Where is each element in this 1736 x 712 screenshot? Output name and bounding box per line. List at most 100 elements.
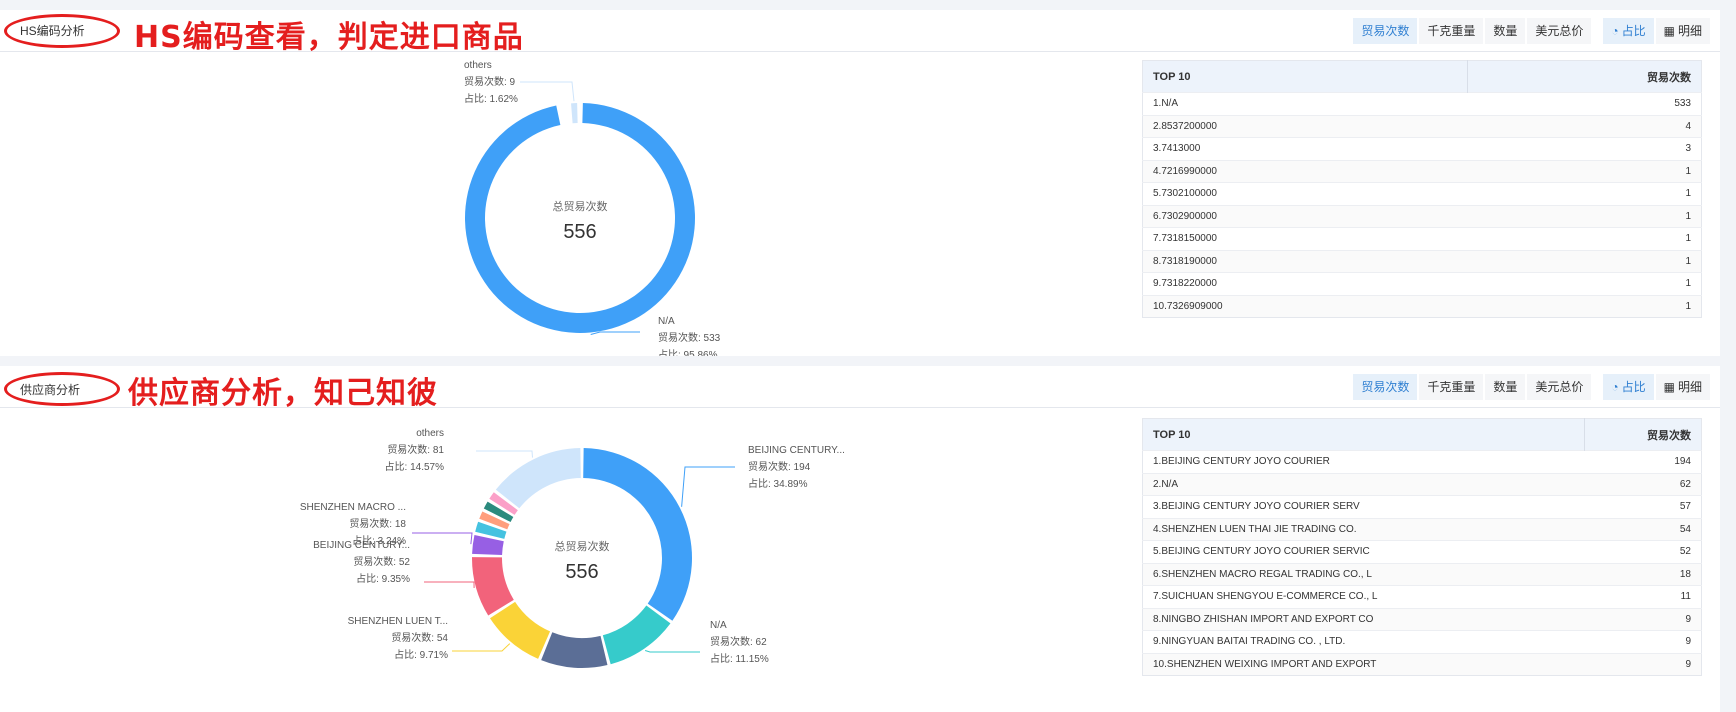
table-row: 6.7302900000 1 [1142,204,1702,228]
slice-label-percent: 占比: 9.71% [394,648,448,661]
label-leader-line [681,466,735,507]
hs-row-name: 4.7216990000 [1142,159,1468,183]
slice-label-name: others [464,60,492,71]
slice-label-percent: 占比: 11.15% [710,652,769,665]
supplier-table-header-count: 贸易次数 [1584,418,1702,451]
hs-row-name: 6.7302900000 [1142,204,1468,228]
label-leader-line [412,532,473,545]
supplier-row-count: 54 [1584,517,1702,541]
supplier-table-header-rank: TOP 10 [1142,418,1585,451]
supplier-row-name: 6.SHENZHEN MACRO REGAL TRADING CO., L [1142,562,1585,586]
slice-label-name: SHENZHEN MACRO ... [300,502,406,513]
slice-label-count: 贸易次数: 194 [748,460,811,473]
hs-view-ratio-button[interactable]: ◔ 占比 [1603,18,1654,44]
table-row: 3.7413000 3 [1142,137,1702,160]
slice-label-count: 贸易次数: 9 [464,75,516,88]
supplier-metric-quantity[interactable]: 数量 [1485,374,1526,400]
supplier-view-ratio-button[interactable]: ◔ 占比 [1603,374,1654,400]
supplier-row-name: 9.NINGYUAN BAITAI TRADING CO. , LTD. [1142,630,1585,653]
donut-chart-icon: ◔ [1611,380,1619,394]
table-row: 8.7318190000 1 [1142,249,1702,273]
donut-chart-icon: ◔ [1611,24,1619,38]
supplier-top10-table: TOP 10 贸易次数 1.BEIJING CENTURY JOYO COURI… [1142,418,1702,676]
slice-label-count: 贸易次数: 62 [710,635,767,648]
supplier-row-name: 10.SHENZHEN WEIXING IMPORT AND EXPORT [1142,652,1585,676]
table-icon: ▦ [1663,24,1675,38]
hs-row-name: 1.N/A [1142,92,1468,115]
hs-row-count: 4 [1467,114,1702,138]
hs-row-name: 2.8537200000 [1142,114,1468,138]
hs-metric-usd-total[interactable]: 美元总价 [1527,18,1592,44]
hs-metric-weight-kg[interactable]: 千克重量 [1419,18,1484,44]
supplier-row-name: 5.BEIJING CENTURY JOYO COURIER SERVIC [1142,540,1585,563]
table-row: 5.BEIJING CENTURY JOYO COURIER SERVIC 52 [1142,540,1702,563]
label-leader-line [644,650,700,653]
slice-label-count: 贸易次数: 18 [349,517,406,530]
hs-panel-title: HS编码分析 [20,24,85,38]
hs-view-detail-button[interactable]: ▦ 明细 [1655,18,1710,44]
pie-slice[interactable] [541,632,608,668]
supplier-row-count: 52 [1584,540,1702,563]
supplier-row-count: 11 [1584,585,1702,608]
pie-slice[interactable] [602,605,671,665]
supplier-row-count: 18 [1584,562,1702,586]
slice-label-percent: 占比: 95.86% [658,348,718,356]
supplier-toolbar: 贸易次数 千克重量 数量 美元总价 ◔ 占比 ▦ 明细 [1351,374,1710,400]
label-leader-line [424,581,475,589]
hs-row-count: 1 [1467,159,1702,183]
slice-label-count: 贸易次数: 52 [353,555,410,568]
hs-view-detail-label: 明细 [1677,24,1702,38]
hs-code-panel: HS编码分析 HS编码查看，判定进口商品 贸易次数 千克重量 数量 美元总价 ◔… [0,10,1720,356]
slice-label-percent: 占比: 1.62% [464,92,518,105]
hs-row-name: 5.7302100000 [1142,182,1468,205]
hs-view-ratio-label: 占比 [1621,24,1646,38]
hs-row-count: 1 [1467,204,1702,228]
hs-metric-quantity[interactable]: 数量 [1485,18,1526,44]
table-row: 6.SHENZHEN MACRO REGAL TRADING CO., L 18 [1142,562,1702,586]
table-row: 1.BEIJING CENTURY JOYO COURIER 194 [1142,450,1702,473]
supplier-row-count: 9 [1584,652,1702,676]
supplier-donut-chart: 总贸易次数 556 BEIJING CENTURY... 贸易次数: 194 占比: 3… [300,428,845,668]
supplier-metric-trade-count[interactable]: 贸易次数 [1353,374,1418,400]
slice-label-percent: 占比: 3.24% [352,534,406,547]
pie-slice[interactable] [489,601,551,659]
supplier-panel-title: 供应商分析 [20,383,81,397]
hs-row-name: 10.7326909000 [1142,294,1468,318]
table-row: 4.7216990000 1 [1142,159,1702,183]
pie-slice[interactable] [472,534,504,555]
slice-label-count: 贸易次数: 54 [391,631,448,644]
supplier-row-name: 4.SHENZHEN LUEN THAI JIE TRADING CO. [1142,517,1585,541]
table-row: 9.7318220000 1 [1142,272,1702,295]
hs-row-count: 1 [1467,294,1702,318]
supplier-metric-usd-total[interactable]: 美元总价 [1527,374,1592,400]
supplier-metric-weight-kg[interactable]: 千克重量 [1419,374,1484,400]
hs-row-name: 8.7318190000 [1142,249,1468,273]
pie-slice[interactable] [465,103,695,333]
table-row: 5.7302100000 1 [1142,182,1702,205]
table-row: 7.SUICHUAN SHENGYOU E-COMMERCE CO., L 11 [1142,585,1702,608]
label-leader-line [590,331,640,335]
table-row: 4.SHENZHEN LUEN THAI JIE TRADING CO. 54 [1142,517,1702,541]
supplier-row-name: 8.NINGBO ZHISHAN IMPORT AND EXPORT CO [1142,607,1585,631]
supplier-panel-header: 供应商分析 供应商分析，知己知彼 贸易次数 千克重量 数量 美元总价 ◔ 占比 ▦… [0,366,1720,411]
hs-metric-trade-count[interactable]: 贸易次数 [1353,18,1418,44]
hs-panel-header: HS编码分析 HS编码查看，判定进口商品 贸易次数 千克重量 数量 美元总价 ◔… [0,10,1720,55]
hs-donut-chart: 总贸易次数 556 N/A 贸易次数: 533 占比: 95.86% others 贸易次数… [464,60,721,356]
table-row: 1.N/A 533 [1142,92,1702,115]
pie-slice[interactable] [583,448,692,621]
label-leader-line [452,643,511,652]
table-icon: ▦ [1663,380,1675,394]
slice-label-name: BEIJING CENTURY... [748,445,845,456]
pie-slice[interactable] [495,448,581,509]
supplier-row-name: 1.BEIJING CENTURY JOYO COURIER [1142,450,1585,473]
hs-table-header-count: 贸易次数 [1467,60,1702,93]
hs-row-count: 1 [1467,182,1702,205]
slice-label-count: 贸易次数: 533 [658,331,721,344]
supplier-row-name: 2.N/A [1142,472,1585,496]
supplier-view-detail-button[interactable]: ▦ 明细 [1655,374,1710,400]
supplier-view-detail-label: 明细 [1677,380,1702,394]
hs-row-count: 1 [1467,272,1702,295]
supplier-panel: 供应商分析 供应商分析，知己知彼 贸易次数 千克重量 数量 美元总价 ◔ 占比 ▦… [0,366,1720,712]
pie-slice[interactable] [472,557,514,616]
pie-slice[interactable] [571,103,578,124]
